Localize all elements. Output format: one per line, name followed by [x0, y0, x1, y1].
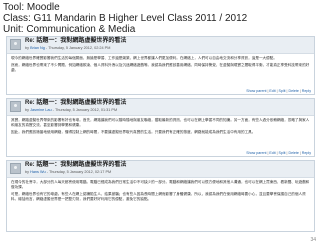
reply-link[interactable]: Reply — [302, 89, 311, 93]
author-link[interactable]: Brian Ng — [30, 46, 45, 50]
author-link[interactable]: Jasmine Lau — [30, 108, 52, 112]
post-date: Thursday, 5 January 2012, 01:31 PM — [54, 108, 118, 112]
author-link[interactable]: Hans Wu — [30, 170, 46, 174]
post-paragraph: 其實，網路虛擬世界帶來的影響有好也有壞。首先，網路讓我們可以隨時隨地與朋友聯絡，… — [11, 118, 310, 127]
post-title: Re: 話題一：我對網路虛擬世界的看法 — [25, 38, 127, 44]
show-parent-link[interactable]: Show parent — [246, 89, 266, 93]
split-link[interactable]: Split — [279, 89, 286, 93]
post-body: 其實，網路虛擬世界帶來的影響有好也有壞。首先，網路讓我們可以隨時隨地與朋友聯絡，… — [7, 116, 314, 135]
post-header: Re: 話題一：我對網路虛擬世界的看法 by Hans Wu - Thursda… — [7, 161, 314, 178]
slide-header: Tool: Moodle Class: G11 Mandarin B Highe… — [3, 2, 317, 35]
post-paragraph: 在現今的社會中，大部分的人每天都會使用電腦。電腦已經成為我們日常生活中不可缺少的… — [11, 180, 310, 189]
byline-prefix: by — [25, 170, 30, 174]
class-label: Class: G11 Mandarin B Higher Level Class… — [3, 13, 248, 24]
post-body: 在現今的社會中，大部分的人每天都會使用電腦。電腦已經成為我們日常生活中不可缺少的… — [7, 178, 314, 202]
post-byline: by Brian Ng - Thursday, 5 January 2012, … — [25, 45, 110, 51]
post-paragraph: 然而，網絡世界也帶來了不少問題，例如網絡欺凌、個人資料外洩以及沉迷網絡遊戲等。我… — [11, 63, 310, 72]
post-byline: by Hans Wu - Thursday, 5 January 2012, 0… — [25, 169, 111, 175]
forum-post: Re: 話題一：我對網路虛擬世界的看法 by Hans Wu - Thursda… — [6, 160, 315, 232]
tool-label: Tool: Moodle — [3, 2, 60, 13]
post-paragraph: 因此，我們應該適當地使用網絡，懂得控制上網的時間，不要讓虛擬世界取代真實的生活。… — [11, 130, 256, 134]
avatar[interactable] — [10, 101, 21, 112]
post-header: Re: 話題一：我對網路虛擬世界的看法 by Jasmine Lau - Thu… — [7, 99, 314, 116]
split-link[interactable]: Split — [279, 151, 286, 155]
delete-link[interactable]: Delete — [288, 89, 298, 93]
unit-label: Unit: Communication & Media — [3, 24, 136, 35]
forum-post: Re: 話題一：我對網路虛擬世界的看法 by Jasmine Lau - Thu… — [6, 98, 315, 157]
avatar[interactable] — [10, 163, 21, 174]
reply-link[interactable]: Reply — [302, 151, 311, 155]
forum-post: Re: 話題一：我對網路虛擬世界的看法 by Brian Ng - Thursd… — [6, 36, 315, 95]
post-actions: Show parent | Edit | Split | Delete | Re… — [246, 89, 311, 93]
page-number: 34 — [310, 237, 316, 243]
avatar[interactable] — [10, 39, 21, 50]
post-paragraph: 可是，網絡世界也有它的壞處。有些人在網上認識陌生人，結果被騙；也有些人因為長時間… — [11, 192, 306, 201]
delete-link[interactable]: Delete — [288, 151, 298, 155]
post-date: Thursday, 5 January 2012, 02:24 PM — [48, 46, 111, 50]
post-actions: Show parent | Edit | Split | Delete | Re… — [246, 151, 311, 155]
post-title: Re: 話題一：我對網路虛擬世界的看法 — [25, 100, 127, 106]
post-body: 現今的網絡世界確實影響我們生活的每個層面，無論是學習、工作還是娛樂，網上世界都讓… — [7, 54, 314, 73]
byline-prefix: by — [25, 46, 30, 50]
post-header: Re: 話題一：我對網路虛擬世界的看法 by Brian Ng - Thursd… — [7, 37, 314, 54]
show-parent-link[interactable]: Show parent — [246, 151, 266, 155]
post-paragraph: 現今的網絡世界確實影響我們生活的每個層面，無論是學習、工作還是娛樂，網上世界都讓… — [11, 56, 277, 60]
post-date: Thursday, 5 January 2012, 02:17 PM — [48, 170, 112, 174]
post-title: Re: 話題一：我對網路虛擬世界的看法 — [25, 162, 127, 168]
byline-prefix: by — [25, 108, 30, 112]
post-byline: by Jasmine Lau - Thursday, 5 January 201… — [25, 107, 117, 113]
